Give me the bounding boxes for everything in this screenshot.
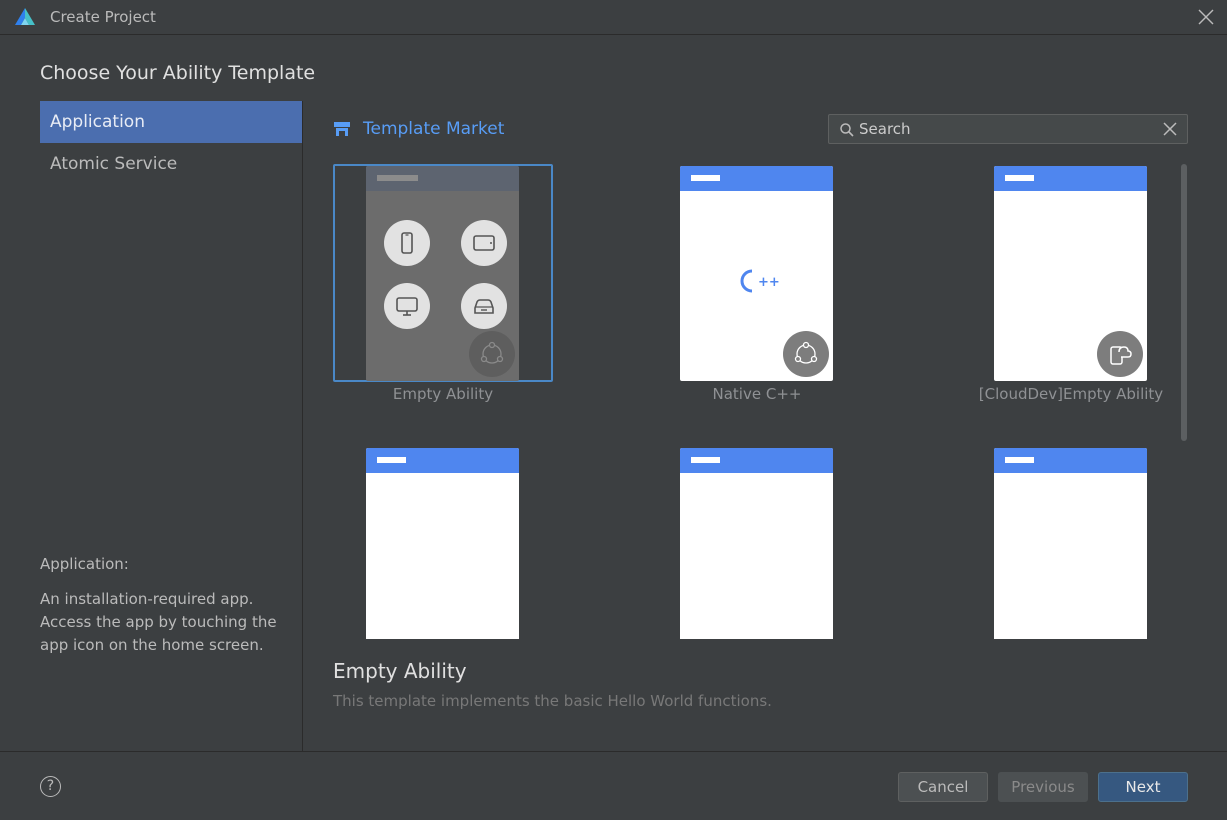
title-bar: Create Project — [0, 0, 1227, 35]
sidebar-item-application[interactable]: Application — [40, 101, 302, 143]
template-frame — [333, 164, 553, 382]
template-preview — [680, 448, 833, 639]
cancel-button[interactable]: Cancel — [898, 772, 988, 802]
category-description: Application: An installation-required ap… — [40, 553, 290, 657]
app-logo-icon — [15, 8, 35, 25]
search-icon — [840, 123, 854, 137]
template-frame — [961, 446, 1173, 639]
template-card-multi-device-2[interactable] — [961, 446, 1173, 639]
preview-header — [680, 166, 833, 191]
preview-header — [680, 448, 833, 473]
template-label: [CloudDev]Empty Ability — [978, 385, 1164, 403]
preview-header — [994, 166, 1147, 191]
template-market-link[interactable]: Template Market — [333, 117, 504, 141]
template-frame — [333, 446, 553, 639]
template-grid-scrollbar[interactable] — [1181, 164, 1187, 441]
template-label: Native C++ — [712, 385, 802, 403]
template-card-multi-device[interactable] — [647, 446, 867, 639]
search-box — [828, 114, 1188, 144]
sidebar-item-atomic-service[interactable]: Atomic Service — [40, 143, 302, 185]
previous-button[interactable]: Previous — [998, 772, 1088, 802]
template-frame — [647, 446, 867, 639]
search-input[interactable] — [859, 118, 1149, 140]
template-category-list: Application Atomic Service — [40, 101, 302, 185]
phone-device-icon — [384, 220, 430, 266]
tablet-device-icon — [461, 220, 507, 266]
preview-header — [994, 448, 1147, 473]
template-preview — [994, 166, 1147, 381]
template-frame — [961, 164, 1173, 382]
cpp-logo-icon: ++ — [740, 269, 780, 293]
next-button[interactable]: Next — [1098, 772, 1188, 802]
template-label: Empty Ability — [392, 385, 494, 403]
category-description-title: Application: — [40, 555, 129, 573]
selected-template-description: This template implements the basic Hello… — [333, 692, 772, 710]
template-grid: Empty Ability ++ Native C++ [CloudDev]Em… — [333, 160, 1173, 639]
vertical-divider — [302, 101, 303, 751]
template-preview — [994, 448, 1147, 639]
window-title: Create Project — [50, 8, 156, 26]
cloud-device-icon — [1097, 331, 1143, 377]
template-card-native-cpp[interactable]: ++ Native C++ — [647, 164, 867, 403]
store-icon — [334, 122, 350, 136]
svg-text:++: ++ — [758, 275, 780, 290]
template-frame: ++ — [647, 164, 867, 382]
selected-template-title: Empty Ability — [333, 659, 467, 683]
clear-search-icon[interactable] — [1163, 122, 1177, 136]
car-device-icon — [461, 283, 507, 329]
close-icon[interactable] — [1195, 6, 1217, 28]
atomic-cycle-icon — [783, 331, 829, 377]
template-card-empty-ability[interactable]: Empty Ability — [333, 164, 553, 403]
template-preview — [366, 166, 519, 381]
atomic-cycle-icon — [469, 331, 515, 377]
template-card-watch[interactable] — [333, 446, 553, 639]
template-preview: ++ — [680, 166, 833, 381]
template-preview — [366, 448, 519, 639]
page-title: Choose Your Ability Template — [40, 62, 316, 84]
category-description-text: An installation-required app. Access the… — [40, 590, 277, 654]
tv-device-icon — [384, 283, 430, 329]
help-icon[interactable]: ? — [40, 776, 61, 797]
template-card-clouddev-empty-ability[interactable]: [CloudDev]Empty Ability — [961, 164, 1173, 403]
footer-divider — [0, 751, 1227, 752]
preview-header — [366, 448, 519, 473]
preview-header — [366, 166, 519, 191]
template-market-label: Template Market — [363, 119, 505, 139]
